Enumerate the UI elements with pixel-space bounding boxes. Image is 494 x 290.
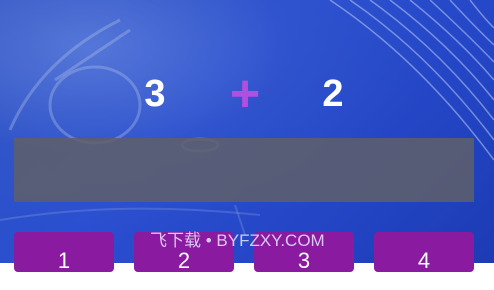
watermark: 飞下载 • BYFZXY.COM (150, 231, 325, 250)
background (0, 0, 494, 263)
choice-button-1[interactable]: 1 (14, 232, 114, 273)
operand-b: 2 (322, 73, 344, 115)
plus-operator: + (229, 65, 261, 123)
background-decoration (0, 0, 494, 236)
math-problem: 3 + 2 (0, 66, 494, 122)
answer-box[interactable] (14, 138, 474, 202)
choice-button-4[interactable]: 4 (374, 232, 474, 273)
operand-a: 3 (144, 73, 166, 115)
